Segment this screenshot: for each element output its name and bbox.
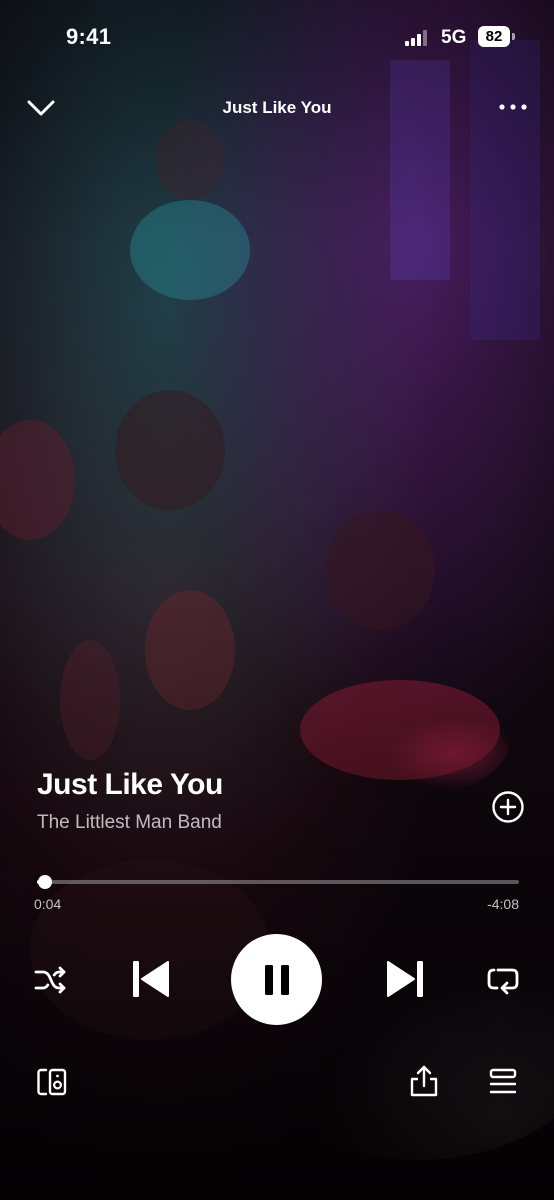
repeat-icon[interactable]: [484, 962, 522, 998]
elapsed-time: 0:04: [34, 896, 62, 912]
battery-icon: 82: [478, 26, 516, 47]
network-type: 5G: [441, 27, 467, 48]
track-title[interactable]: Just Like You: [37, 768, 223, 802]
pause-button[interactable]: [231, 934, 322, 1025]
status-bar: 9:41 5G 82: [0, 0, 554, 72]
add-to-library-icon[interactable]: [491, 790, 525, 824]
top-nav: Just Like You: [0, 84, 554, 132]
shuffle-icon[interactable]: [33, 963, 69, 997]
signal-strength-icon: [405, 30, 427, 46]
header-title: Just Like You: [222, 98, 332, 117]
progress-thumb[interactable]: [37, 875, 52, 889]
next-track-icon[interactable]: [384, 958, 426, 1000]
track-artist[interactable]: The Littlest Man Band: [37, 812, 222, 834]
battery-nub: [512, 33, 515, 40]
remaining-time: -4:08: [487, 896, 519, 912]
status-time: 9:41: [66, 24, 112, 49]
battery-level: 82: [478, 26, 510, 47]
share-icon[interactable]: [408, 1064, 440, 1098]
pause-icon: [265, 965, 289, 995]
now-playing-screen: 9:41 5G 82 Just Like You Just Like You T…: [0, 0, 554, 1200]
queue-icon[interactable]: [488, 1068, 518, 1096]
connect-device-icon[interactable]: [36, 1067, 68, 1097]
more-icon[interactable]: [494, 94, 534, 120]
previous-track-icon[interactable]: [130, 958, 172, 1000]
progress-bar[interactable]: [37, 875, 519, 889]
